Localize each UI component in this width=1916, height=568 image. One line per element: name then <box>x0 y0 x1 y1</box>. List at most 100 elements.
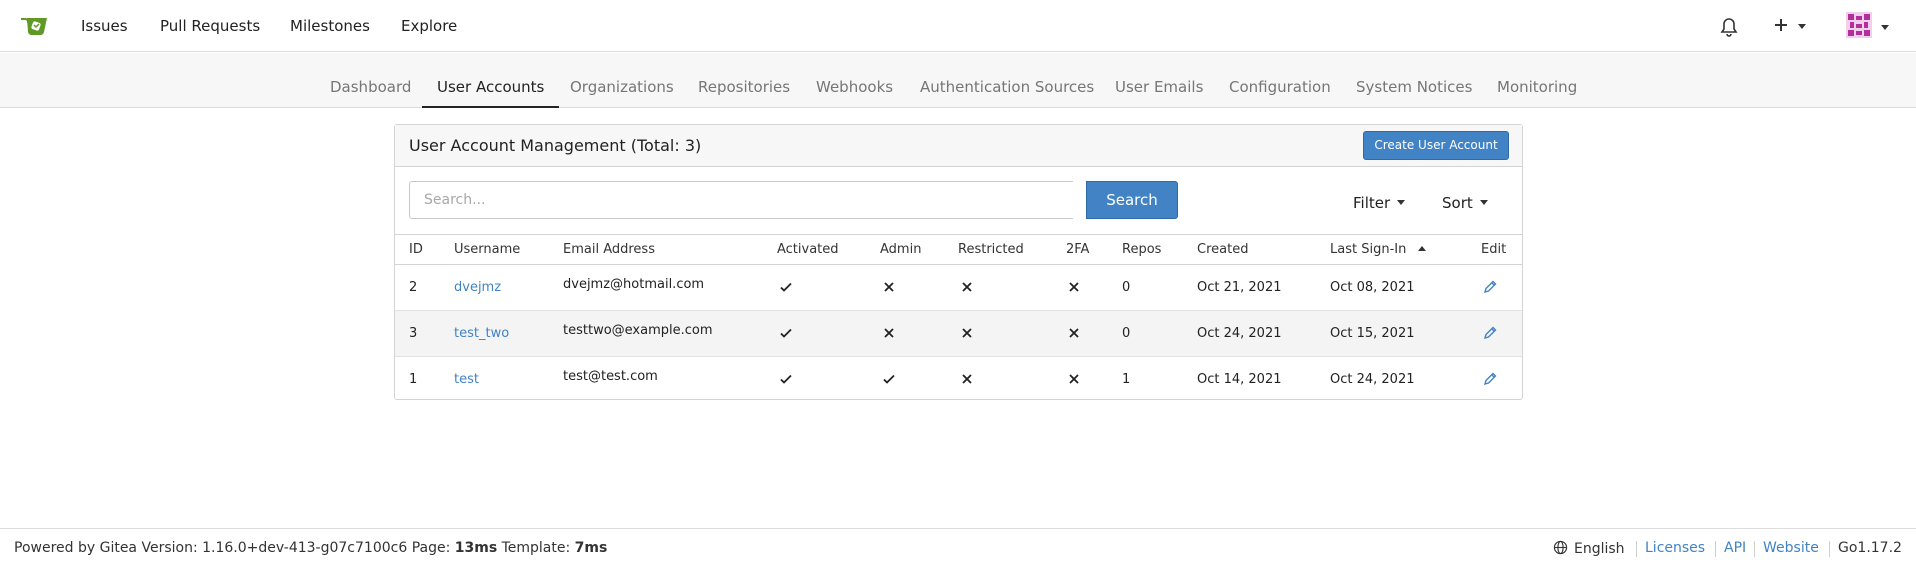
tab-dashboard[interactable]: Dashboard <box>330 53 411 108</box>
close-icon <box>1069 374 1079 384</box>
nav-issues[interactable]: Issues <box>81 17 128 35</box>
footer-version-info: Powered by Gitea Version: 1.16.0+dev-413… <box>14 540 607 556</box>
close-icon <box>962 282 972 292</box>
cell-last-signin: Oct 08, 2021 <box>1330 280 1415 295</box>
cell-last-signin: Oct 15, 2021 <box>1330 326 1415 341</box>
page-title: User Account Management (Total: 3) <box>409 136 702 155</box>
table-row: 1 test test@test.com 1 Oct 14, 2021 Oct … <box>395 357 1522 403</box>
column-header-username[interactable]: Username <box>454 242 520 257</box>
plus-icon <box>1775 19 1787 31</box>
column-header-edit: Edit <box>1481 242 1507 257</box>
cell-email: dvejmz@hotmail.com <box>563 277 705 292</box>
username-link[interactable]: dvejmz <box>454 280 501 295</box>
filter-dropdown[interactable]: Filter <box>1353 194 1406 212</box>
bell-icon[interactable] <box>1718 16 1740 38</box>
tab-user-emails[interactable]: User Emails <box>1115 53 1203 108</box>
cell-repos: 0 <box>1122 326 1131 341</box>
tab-organizations[interactable]: Organizations <box>570 53 674 108</box>
column-header-restricted: Restricted <box>958 242 1024 257</box>
tab-configuration[interactable]: Configuration <box>1229 53 1331 108</box>
username-link[interactable]: test_two <box>454 326 509 341</box>
footer-page-time: 13ms <box>454 540 498 556</box>
close-icon <box>884 282 894 292</box>
table-row: 3 test_two testtwo@example.com 0 Oct 24,… <box>395 311 1522 357</box>
admin-tab-bar: Dashboard User Accounts Organizations Re… <box>0 53 1916 108</box>
cell-email: test@test.com <box>563 369 658 384</box>
create-user-button[interactable]: Create User Account <box>1363 131 1509 160</box>
column-header-last-signin[interactable]: Last Sign-In <box>1330 242 1427 257</box>
close-icon <box>962 328 972 338</box>
sort-ascending-icon <box>1418 246 1427 251</box>
check-icon <box>883 374 895 384</box>
tab-system-notices[interactable]: System Notices <box>1356 53 1472 108</box>
nav-explore[interactable]: Explore <box>401 17 457 35</box>
tab-authentication-sources[interactable]: Authentication Sources <box>920 53 1094 108</box>
filter-label: Filter <box>1353 194 1391 212</box>
close-icon <box>962 374 972 384</box>
website-link[interactable]: Website <box>1763 540 1819 556</box>
nav-pull-requests[interactable]: Pull Requests <box>160 17 260 35</box>
search-input[interactable] <box>409 181 1073 219</box>
gitea-logo-icon[interactable] <box>20 14 50 38</box>
table-row: 2 dvejmz dvejmz@hotmail.com 0 Oct 21, 20… <box>395 265 1522 311</box>
cell-repos: 1 <box>1122 372 1131 387</box>
chevron-down-icon <box>1479 200 1488 205</box>
licenses-link[interactable]: Licenses <box>1645 540 1705 556</box>
language-selector[interactable]: English <box>1553 540 1625 557</box>
user-menu-dropdown[interactable] <box>1846 12 1891 40</box>
page-footer: Powered by Gitea Version: 1.16.0+dev-413… <box>0 528 1916 568</box>
column-header-2fa: 2FA <box>1066 242 1090 257</box>
go-version: Go1.17.2 <box>1838 540 1902 556</box>
cell-repos: 0 <box>1122 280 1131 295</box>
search-button[interactable]: Search <box>1086 181 1178 219</box>
globe-icon <box>1553 540 1568 555</box>
cell-id: 1 <box>409 372 418 387</box>
check-icon <box>780 282 792 292</box>
chevron-down-icon <box>1881 25 1889 30</box>
footer-powered-by: Powered by Gitea Version: 1.16.0+dev-413… <box>14 540 451 556</box>
user-management-panel: User Account Management (Total: 3) Creat… <box>394 124 1523 400</box>
close-icon <box>1069 282 1079 292</box>
column-header-email[interactable]: Email Address <box>563 242 655 257</box>
table-header: ID Username Email Address Activated Admi… <box>395 234 1522 265</box>
check-icon <box>780 328 792 338</box>
pencil-icon[interactable] <box>1482 325 1498 341</box>
tab-monitoring[interactable]: Monitoring <box>1497 53 1577 108</box>
footer-divider <box>1636 541 1637 557</box>
sort-dropdown[interactable]: Sort <box>1442 194 1488 212</box>
column-header-id[interactable]: ID <box>409 242 423 257</box>
column-header-created[interactable]: Created <box>1197 242 1248 257</box>
cell-last-signin: Oct 24, 2021 <box>1330 372 1415 387</box>
username-link[interactable]: test <box>454 372 479 387</box>
tab-webhooks[interactable]: Webhooks <box>816 53 893 108</box>
cell-created: Oct 24, 2021 <box>1197 326 1282 341</box>
chevron-down-icon <box>1798 24 1806 29</box>
check-icon <box>780 374 792 384</box>
chevron-down-icon <box>1397 200 1406 205</box>
column-header-admin: Admin <box>880 242 922 257</box>
cell-id: 3 <box>409 326 418 341</box>
pencil-icon[interactable] <box>1482 279 1498 295</box>
column-header-repos: Repos <box>1122 242 1162 257</box>
pencil-icon[interactable] <box>1482 371 1498 387</box>
footer-divider <box>1715 541 1716 557</box>
cell-email: testtwo@example.com <box>563 323 713 338</box>
cell-id: 2 <box>409 280 418 295</box>
cell-created: Oct 21, 2021 <box>1197 280 1282 295</box>
panel-header: User Account Management (Total: 3) Creat… <box>395 125 1522 167</box>
language-label: English <box>1574 541 1625 557</box>
nav-milestones[interactable]: Milestones <box>290 17 370 35</box>
footer-divider <box>1754 541 1755 557</box>
close-icon <box>884 328 894 338</box>
sort-label: Sort <box>1442 194 1473 212</box>
cell-created: Oct 14, 2021 <box>1197 372 1282 387</box>
last-signin-label: Last Sign-In <box>1330 242 1407 257</box>
top-navbar: Issues Pull Requests Milestones Explore <box>0 0 1916 52</box>
api-link[interactable]: API <box>1724 540 1746 556</box>
footer-template-prefix: Template: <box>501 540 571 556</box>
tab-user-accounts[interactable]: User Accounts <box>422 53 560 108</box>
footer-template-time: 7ms <box>574 540 608 556</box>
tab-repositories[interactable]: Repositories <box>698 53 790 108</box>
close-icon <box>1069 328 1079 338</box>
create-menu-dropdown[interactable] <box>1771 14 1811 38</box>
